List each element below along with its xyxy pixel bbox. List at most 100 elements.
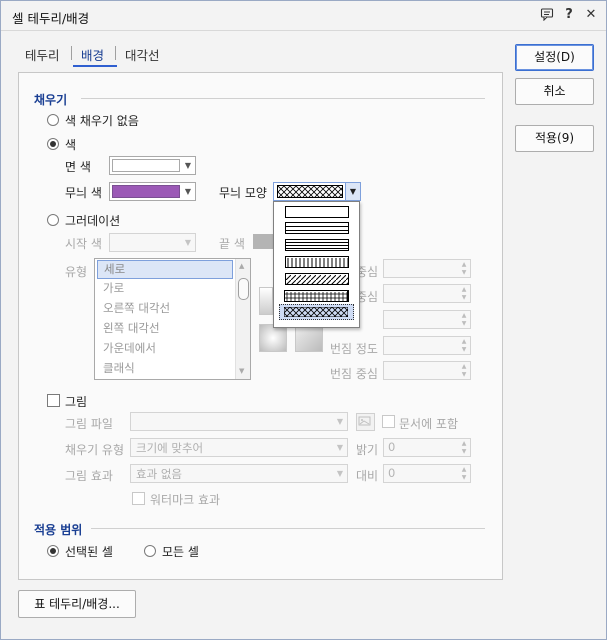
list-item[interactable]: 왼쪽 대각선 <box>97 319 233 338</box>
picture-checkbox[interactable] <box>47 394 60 407</box>
all-cells-label: 모든 셀 <box>162 545 199 559</box>
blur-center-label: 번짐 중심 <box>330 367 378 381</box>
chevron-down-icon: ▼ <box>184 187 192 196</box>
tab-separator <box>71 46 72 60</box>
gradient-preview-tile[interactable] <box>259 287 273 315</box>
angle-spinner[interactable]: ▲ ▼ <box>383 310 471 329</box>
window-title: 셀 테두리/배경 <box>12 11 90 26</box>
include-in-doc-checkbox[interactable] <box>382 415 395 428</box>
chevron-down-icon: ▼ <box>336 443 344 452</box>
chevron-down-icon: ▼ <box>336 417 344 426</box>
fill-type-label: 채우기 유형 <box>65 443 125 457</box>
pattern-shape-popup[interactable] <box>273 201 360 328</box>
gradient-type-label: 유형 <box>65 265 88 279</box>
scroll-up-icon[interactable]: ▲ <box>239 262 244 270</box>
pattern-option-diagonal-cross[interactable] <box>279 304 354 320</box>
close-icon[interactable]: ✕ <box>583 7 599 23</box>
scope-section-title: 적용 범위 <box>34 523 83 537</box>
chevron-down-icon: ▼ <box>336 469 344 478</box>
chevron-down-icon: ▼ <box>345 183 360 200</box>
scroll-thumb[interactable] <box>238 278 249 300</box>
section-divider <box>91 528 485 529</box>
comment-icon[interactable] <box>539 7 555 23</box>
cancel-button[interactable]: 취소 <box>515 78 594 105</box>
chevron-down-icon: ▼ <box>184 161 192 170</box>
face-color-label: 면 색 <box>65 160 91 174</box>
list-item[interactable]: 클래식 <box>97 359 233 378</box>
tab-separator <box>115 46 116 60</box>
pattern-shape-dropdown[interactable]: ▼ <box>273 182 361 201</box>
selected-cells-label: 선택된 셀 <box>65 545 113 559</box>
face-color-picker[interactable]: ▼ <box>109 156 196 175</box>
no-fill-label: 색 채우기 없음 <box>65 114 139 128</box>
contrast-label: 대비 <box>356 469 379 483</box>
watermark-checkbox[interactable] <box>132 492 145 505</box>
pattern-option-horizontal-dense[interactable] <box>285 239 349 251</box>
gradient-preview-tile[interactable] <box>259 324 287 352</box>
blur-center-spinner[interactable]: ▲ ▼ <box>383 361 471 380</box>
picture-file-label: 그림 파일 <box>65 417 113 431</box>
brightness-spinner[interactable]: 0 ▲ ▼ <box>383 438 471 457</box>
watermark-label: 워터마크 효과 <box>150 493 221 507</box>
tab-diagonal[interactable]: 대각선 <box>125 45 160 64</box>
blur-level-spinner[interactable]: ▲ ▼ <box>383 336 471 355</box>
pattern-option-grid[interactable] <box>284 290 348 302</box>
active-tab-indicator <box>73 65 117 67</box>
contrast-spinner[interactable]: 0 ▲ ▼ <box>383 464 471 483</box>
list-item[interactable]: 가운데에서 <box>97 339 233 358</box>
section-divider <box>81 98 485 99</box>
picture-file-dropdown[interactable]: ▼ <box>130 412 348 431</box>
gradient-preview-tile[interactable] <box>295 324 323 352</box>
all-cells-radio[interactable] <box>144 545 156 557</box>
apply-button[interactable]: 적용(9) <box>515 125 594 152</box>
table-border-background-button[interactable]: 표 테두리/배경... <box>18 590 136 618</box>
selected-cells-radio[interactable] <box>47 545 59 557</box>
pattern-option-forward-diagonal[interactable] <box>285 273 349 285</box>
pattern-color-picker[interactable]: ▼ <box>109 182 196 201</box>
pattern-color-label: 무늬 색 <box>65 186 102 200</box>
help-icon[interactable]: ? <box>561 7 577 23</box>
ok-button[interactable]: 설정(D) <box>515 44 594 71</box>
color-fill-label: 색 <box>65 138 77 152</box>
face-color-swatch <box>112 159 180 172</box>
picture-effect-dropdown[interactable]: 효과 없음 ▼ <box>130 464 348 483</box>
list-item[interactable]: 가로 <box>97 279 233 298</box>
pattern-color-swatch <box>112 185 180 198</box>
chevron-down-icon: ▼ <box>184 238 192 247</box>
brightness-label: 밝기 <box>356 443 379 457</box>
cell-border-background-dialog: 셀 테두리/배경 ? ✕ 테두리 배경 대각선 설정(D) 취소 적용(9) 채… <box>0 0 607 640</box>
end-color-label: 끝 색 <box>219 237 245 251</box>
blur-level-label: 번짐 정도 <box>330 342 378 356</box>
tab-background[interactable]: 배경 <box>81 45 104 64</box>
start-color-label: 시작 색 <box>65 237 102 251</box>
include-in-doc-label: 문서에 포함 <box>399 417 459 431</box>
fill-type-dropdown[interactable]: 크기에 맞추어 ▼ <box>130 438 348 457</box>
brightness-value: 0 <box>388 440 396 454</box>
pattern-option-horizontal[interactable] <box>285 222 349 234</box>
color-fill-radio[interactable] <box>47 138 59 150</box>
gradient-type-list[interactable]: 세로 가로 오른쪽 대각선 왼쪽 대각선 가운데에서 클래식 ▲ ▼ <box>94 258 251 380</box>
center-y-spinner[interactable]: ▲ ▼ <box>383 284 471 303</box>
contrast-value: 0 <box>388 466 396 480</box>
gradient-label: 그러데이션 <box>65 214 121 228</box>
selected-pattern-preview <box>277 185 343 198</box>
fill-type-value: 크기에 맞추어 <box>136 441 204 455</box>
picture-effect-label: 그림 효과 <box>65 469 113 483</box>
pattern-shape-label: 무늬 모양 <box>219 186 267 200</box>
end-color-picker[interactable] <box>253 234 273 249</box>
title-bar: 셀 테두리/배경 ? ✕ <box>1 1 606 31</box>
start-color-picker[interactable]: ▼ <box>109 233 196 252</box>
gradient-radio[interactable] <box>47 214 59 226</box>
browse-picture-icon[interactable] <box>356 413 375 431</box>
pattern-option-none[interactable] <box>285 206 349 218</box>
no-fill-radio[interactable] <box>47 114 59 126</box>
pattern-option-vertical[interactable] <box>285 256 349 268</box>
picture-effect-value: 효과 없음 <box>136 467 182 481</box>
center-x-spinner[interactable]: ▲ ▼ <box>383 259 471 278</box>
list-item[interactable]: 세로 <box>97 260 233 279</box>
scroll-down-icon[interactable]: ▼ <box>239 367 244 375</box>
tab-border[interactable]: 테두리 <box>25 45 60 64</box>
list-scrollbar[interactable]: ▲ ▼ <box>235 259 250 379</box>
list-item[interactable]: 오른쪽 대각선 <box>97 299 233 318</box>
fill-section-title: 채우기 <box>34 93 68 107</box>
